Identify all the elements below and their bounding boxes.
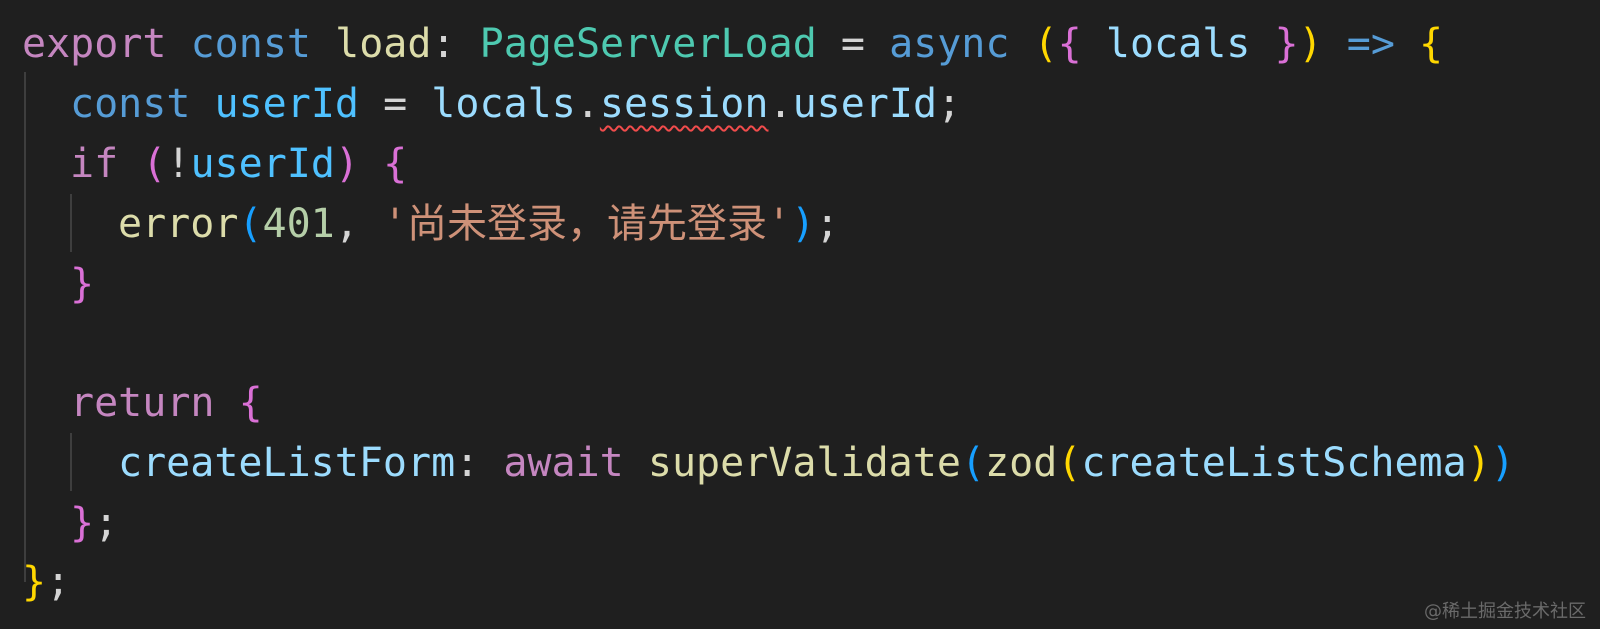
token-function: zod: [985, 440, 1058, 486]
token-bracket: ): [334, 141, 360, 187]
token-keyword: const: [190, 21, 312, 67]
token-punctuation: ;: [815, 201, 840, 247]
code-line-3[interactable]: if (!userId) {: [70, 134, 407, 194]
token-property: userId: [792, 81, 938, 127]
token-bracket: {: [383, 141, 408, 187]
code-editor[interactable]: export const load: PageServerLoad = asyn…: [0, 0, 1600, 629]
code-line-5[interactable]: }: [70, 254, 94, 314]
code-line-7[interactable]: return {: [70, 373, 263, 433]
code-line-2[interactable]: const userId = locals.session.userId;: [70, 74, 961, 134]
token-constant: userId: [190, 141, 335, 187]
token-bracket: ): [1490, 440, 1515, 486]
token-property: createListForm: [118, 440, 456, 486]
token-parameter: locals: [1105, 21, 1251, 67]
token-keyword: async: [889, 21, 1010, 67]
token-punctuation: .: [575, 81, 600, 127]
token-constant: userId: [214, 81, 360, 127]
indent-guide-outer: [24, 72, 26, 582]
token-punctuation: ;: [46, 559, 71, 605]
token-function: error: [118, 201, 239, 247]
token-function: superValidate: [647, 440, 961, 486]
token-keyword: export: [22, 21, 167, 67]
token-bracket: ): [791, 201, 816, 247]
token-punctuation: ;: [94, 500, 119, 546]
code-line-9[interactable]: };: [70, 493, 118, 553]
indent-guide-return-block: [70, 433, 72, 491]
token-punctuation: .: [768, 81, 793, 127]
token-bracket: }: [1274, 21, 1299, 67]
token-bracket: {: [1419, 21, 1444, 67]
code-line-10[interactable]: };: [22, 552, 70, 612]
token-bracket: (: [1057, 440, 1082, 486]
token-punctuation: ,: [334, 201, 359, 247]
token-function: load: [335, 21, 432, 67]
token-bracket: (: [142, 141, 167, 187]
token-keyword: if: [70, 141, 119, 187]
token-string: '尚未登录，请先登录': [382, 201, 792, 247]
code-line-1[interactable]: export const load: PageServerLoad = asyn…: [22, 14, 1443, 74]
token-punctuation: :: [455, 440, 480, 486]
token-bracket: (: [960, 440, 986, 486]
token-keyword: const: [70, 81, 191, 127]
token-type: PageServerLoad: [479, 21, 817, 67]
token-operator: !: [166, 141, 191, 187]
token-property-error[interactable]: session: [600, 81, 769, 127]
token-bracket: ): [1466, 440, 1491, 486]
token-keyword: await: [503, 440, 624, 486]
token-bracket: }: [70, 261, 95, 307]
token-variable: locals: [431, 81, 576, 127]
token-arrow: =>: [1346, 21, 1395, 67]
token-bracket: (: [238, 201, 263, 247]
watermark: @稀土掘金技术社区: [1424, 601, 1586, 622]
token-punctuation: :: [431, 21, 456, 67]
indent-guide-if-block: [70, 194, 72, 252]
token-keyword: return: [70, 380, 215, 426]
token-number: 401: [262, 201, 335, 247]
token-operator: =: [840, 21, 865, 67]
token-bracket: }: [22, 559, 47, 605]
token-bracket: {: [238, 380, 263, 426]
token-punctuation: ;: [937, 81, 962, 127]
token-bracket: ): [1298, 21, 1323, 67]
token-bracket: {: [1057, 21, 1082, 67]
token-bracket: }: [70, 500, 95, 546]
token-bracket: (: [1033, 21, 1058, 67]
code-line-4[interactable]: error(401, '尚未登录，请先登录');: [118, 194, 839, 254]
token-variable: createListSchema: [1081, 440, 1467, 486]
token-operator: =: [383, 81, 408, 127]
code-line-8[interactable]: createListForm: await superValidate(zod(…: [118, 433, 1515, 493]
